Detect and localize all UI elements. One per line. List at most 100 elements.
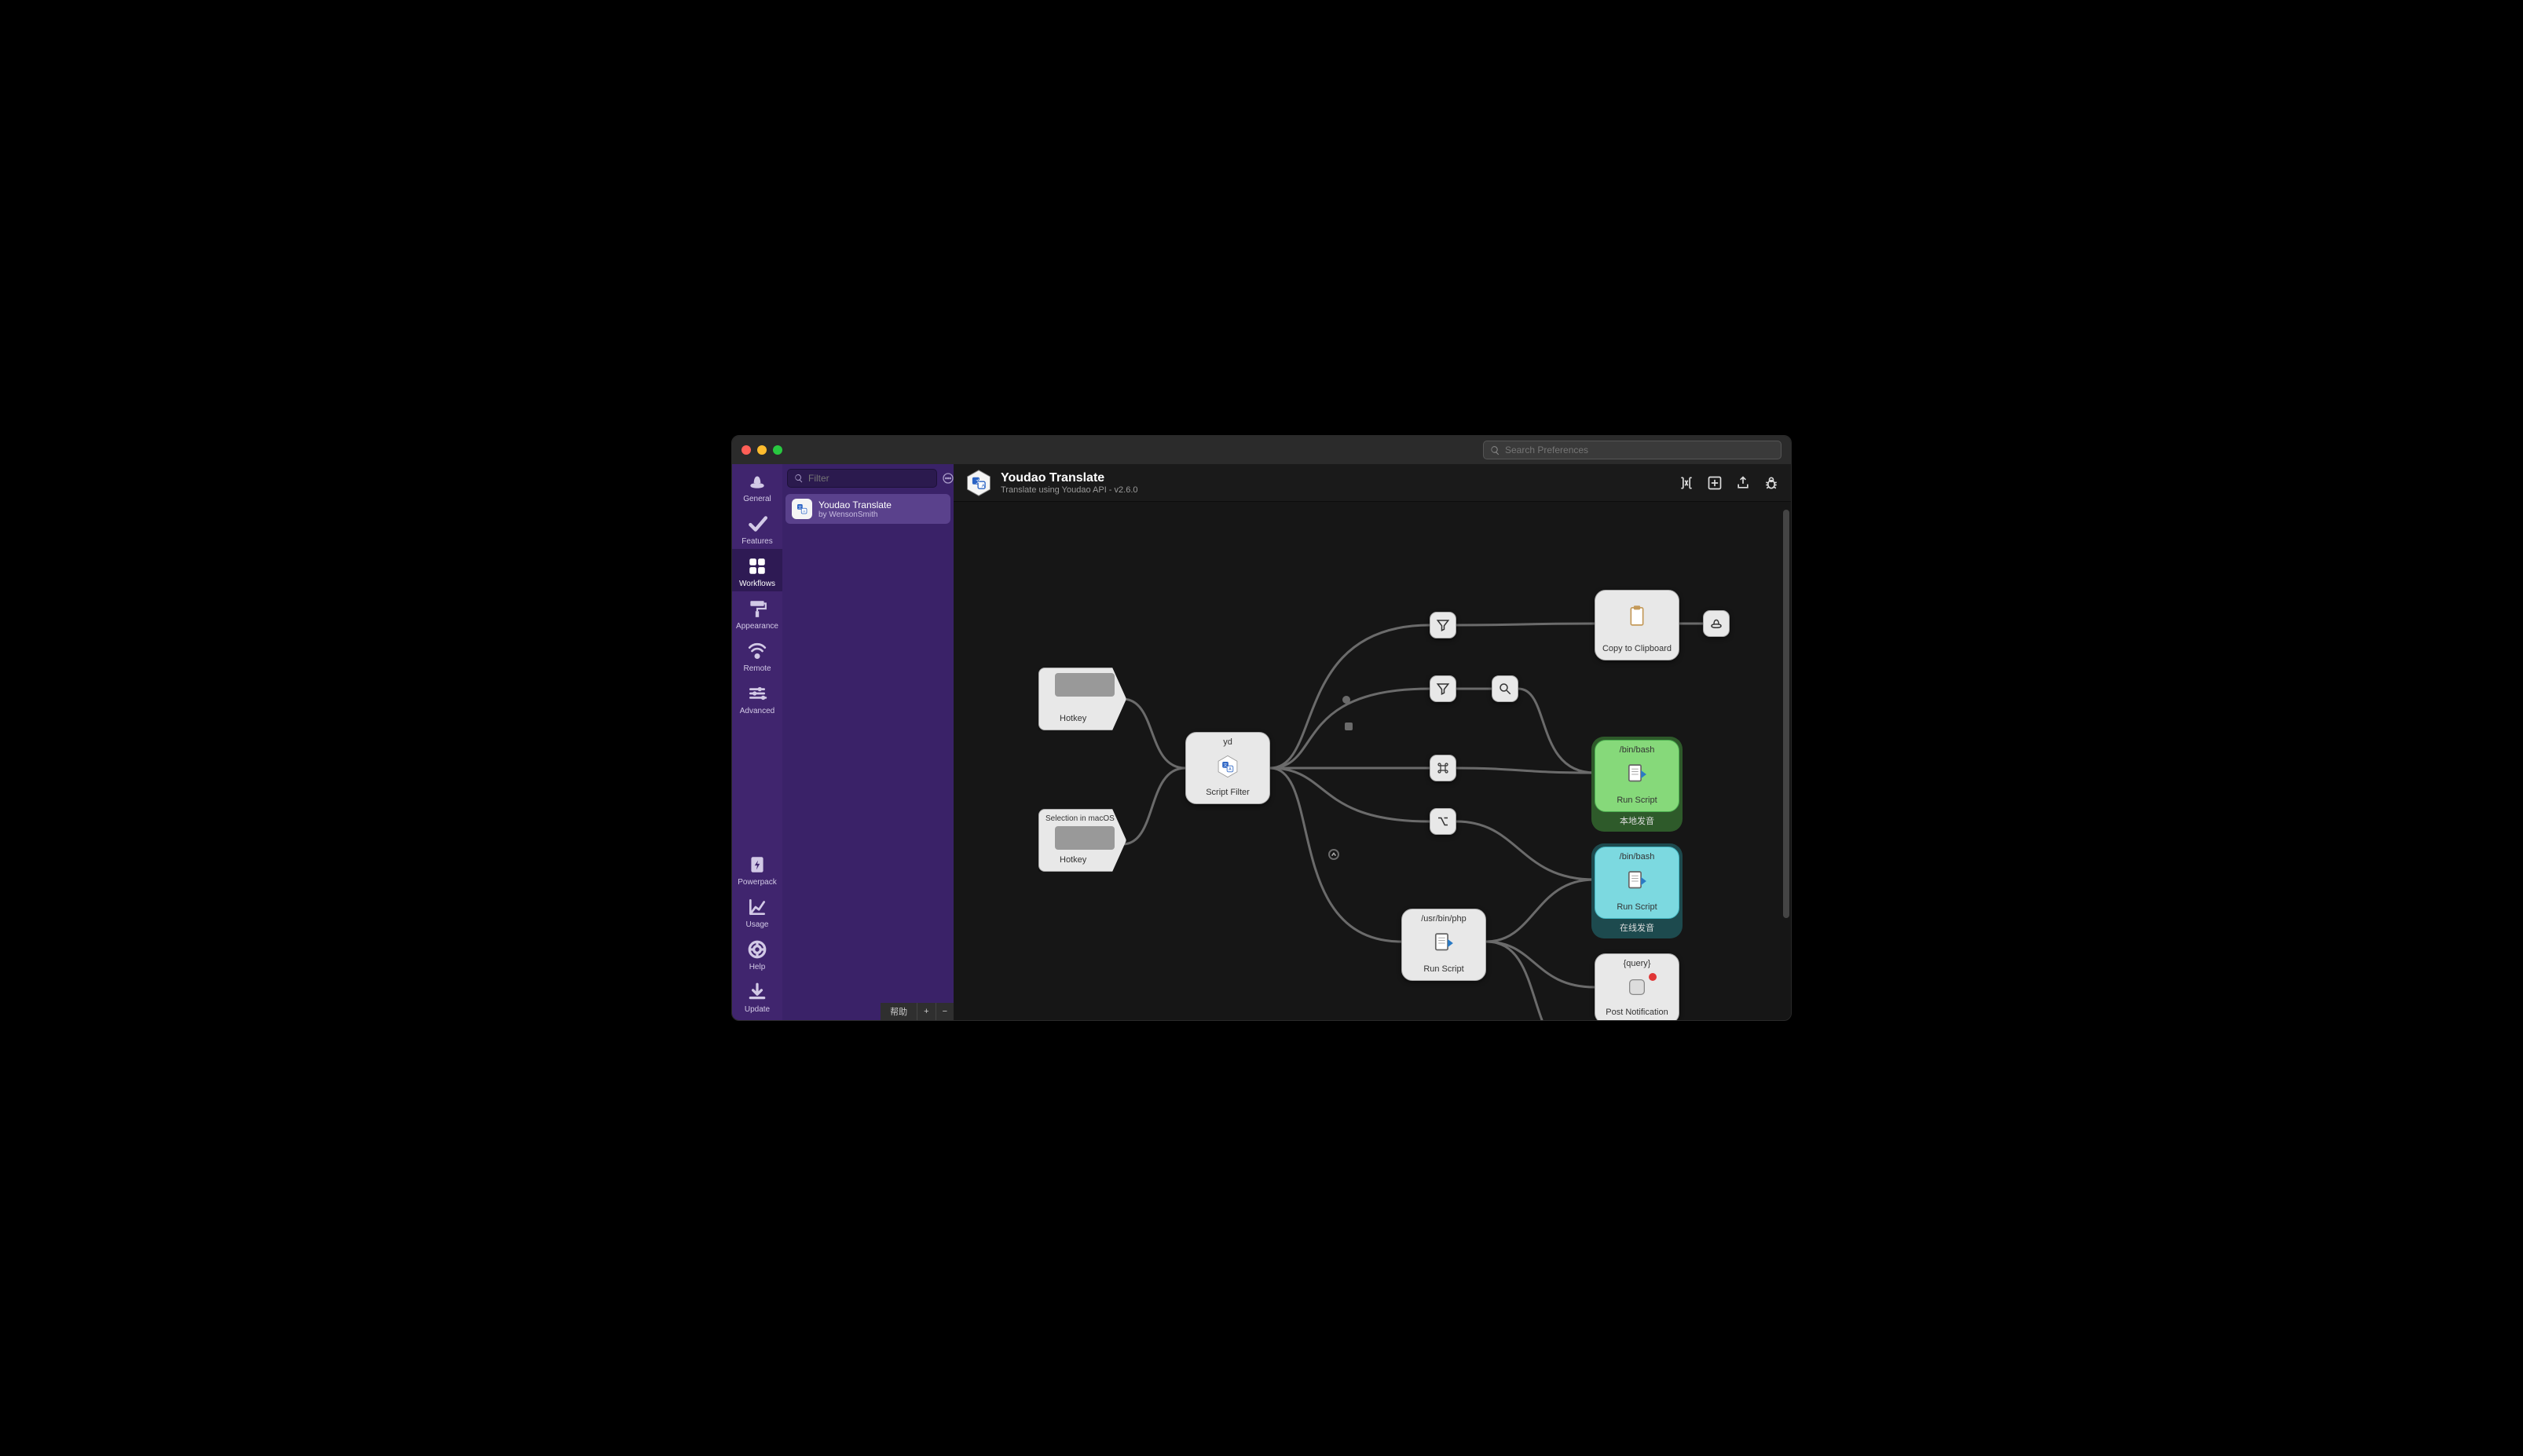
nav-label: Features <box>742 537 772 546</box>
traffic-lights <box>742 445 782 455</box>
badge-icon <box>1649 973 1657 981</box>
wire-joint[interactable] <box>1342 696 1350 704</box>
hotkey-field[interactable] <box>1055 826 1115 850</box>
node-run-script-local[interactable]: /bin/bash Run Script 本地发音 <box>1591 737 1683 832</box>
clipboard-icon <box>1595 591 1679 641</box>
remove-workflow-button[interactable]: − <box>936 1003 954 1020</box>
nav-usage[interactable]: Usage <box>732 890 782 932</box>
app-window: General Features WorkflowsAppearance Remote… <box>731 435 1792 1021</box>
notification-icon <box>1595 970 1679 1004</box>
workflow-icon: 文A <box>965 469 993 497</box>
nav-powerpack[interactable]: Powerpack <box>732 847 782 890</box>
debug-button[interactable] <box>1763 474 1780 492</box>
filter-input[interactable] <box>808 473 930 484</box>
node-hotkey[interactable]: Hotkey <box>1038 668 1126 730</box>
wire-joint[interactable] <box>1345 723 1353 730</box>
life-icon <box>746 938 768 960</box>
hat-icon <box>1709 616 1723 631</box>
nav-remote[interactable]: Remote <box>732 634 782 676</box>
help-button[interactable]: 帮助 <box>881 1003 917 1020</box>
editor-header: 文A Youdao Translate Translate using Youd… <box>954 464 1791 502</box>
script-icon <box>1595 863 1679 899</box>
download-icon <box>746 981 768 1003</box>
node-filter[interactable] <box>1430 612 1456 638</box>
close-button[interactable] <box>742 445 751 455</box>
filter-options-button[interactable] <box>942 470 954 486</box>
workflow-list-pane: 文AYoudao Translateby WensonSmith 帮助 + − <box>782 464 954 1020</box>
script-icon <box>1595 756 1679 792</box>
signal-icon <box>746 640 768 662</box>
node-label: Run Script <box>1617 899 1657 918</box>
node-run-script-php[interactable]: /usr/bin/php Run Script <box>1401 909 1486 981</box>
svg-text:文: 文 <box>798 504 802 510</box>
hotkey-field[interactable] <box>1055 673 1115 697</box>
svg-text:文: 文 <box>1223 763 1227 768</box>
node-modifier-option[interactable] <box>1430 808 1456 835</box>
node-label: Hotkey <box>1060 711 1086 730</box>
nav-label: Update <box>745 1005 770 1014</box>
node-alfred-output[interactable] <box>1703 610 1730 637</box>
node-top-label: Selection in macOS <box>1045 810 1115 825</box>
export-button[interactable] <box>1734 474 1752 492</box>
node-modifier-cmd[interactable] <box>1430 755 1456 781</box>
list-footer: 帮助 + − <box>881 1003 954 1020</box>
node-copy-clipboard[interactable]: Copy to Clipboard <box>1595 590 1679 660</box>
node-filter[interactable] <box>1430 675 1456 702</box>
nav-appearance[interactable]: Appearance <box>732 591 782 634</box>
variables-button[interactable] <box>1678 474 1695 492</box>
minimize-button[interactable] <box>757 445 767 455</box>
svg-text:A: A <box>803 510 805 514</box>
maximize-button[interactable] <box>773 445 782 455</box>
svg-text:文: 文 <box>976 477 981 485</box>
node-search[interactable] <box>1492 675 1518 702</box>
opt-icon <box>1436 814 1450 829</box>
nav-features[interactable]: Features <box>732 507 782 549</box>
nav-workflows[interactable]: Workflows <box>732 549 782 591</box>
cmd-icon <box>1436 761 1450 775</box>
node-script-filter[interactable]: yd 文A Script Filter <box>1185 732 1270 804</box>
nav-update[interactable]: Update <box>732 975 782 1017</box>
translate-icon: 文A <box>792 499 812 519</box>
node-label: Copy to Clipboard <box>1602 641 1672 660</box>
roller-icon <box>746 598 768 620</box>
nav-help[interactable]: Help <box>732 932 782 975</box>
hat-icon <box>746 470 768 492</box>
node-top-label: /bin/bash <box>1620 847 1655 863</box>
node-run-script-online[interactable]: /bin/bash Run Script 在线发音 <box>1591 843 1683 938</box>
node-top-label: {query} <box>1624 954 1651 970</box>
workflow-item-title: Youdao Translate <box>818 499 892 510</box>
nav-advanced[interactable]: Advanced <box>732 676 782 719</box>
node-label: Hotkey <box>1060 852 1086 871</box>
grid-icon <box>746 555 768 577</box>
search-preferences[interactable] <box>1483 441 1781 459</box>
node-label: Script Filter <box>1206 785 1250 803</box>
search-icon <box>1498 682 1512 696</box>
node-label: Run Script <box>1423 961 1463 980</box>
node-post-notification[interactable]: {query} Post Notification <box>1595 953 1679 1020</box>
search-preferences-input[interactable] <box>1505 444 1774 455</box>
search-icon <box>794 474 804 483</box>
node-label: Post Notification <box>1606 1004 1668 1020</box>
workflow-list-item[interactable]: 文AYoudao Translateby WensonSmith <box>785 494 950 524</box>
svg-text:A: A <box>1229 767 1232 772</box>
canvas-scrollbar[interactable] <box>1783 510 1789 1012</box>
workflow-canvas[interactable]: Hotkey Selection in macOS Hotkey yd 文A <box>954 502 1791 1020</box>
sliders-icon <box>746 682 768 704</box>
workflow-subtitle: Translate using Youdao API - v2.6.0 <box>1001 485 1138 495</box>
nav-label: General <box>743 495 771 503</box>
nav-general[interactable]: General <box>732 464 782 507</box>
node-hotkey-selection[interactable]: Selection in macOS Hotkey <box>1038 809 1126 872</box>
nav-label: Remote <box>743 664 771 673</box>
filter-box[interactable] <box>787 469 937 488</box>
nav-label: Powerpack <box>738 878 776 887</box>
node-top-label: yd <box>1223 733 1232 748</box>
battery-icon <box>746 854 768 876</box>
nav-label: Advanced <box>740 707 774 715</box>
node-label: Run Script <box>1617 792 1657 811</box>
add-workflow-button[interactable]: + <box>917 1003 935 1020</box>
check-icon <box>746 513 768 535</box>
wire-toggle[interactable] <box>1328 849 1339 860</box>
header-actions <box>1678 474 1780 492</box>
prefs-button[interactable] <box>1706 474 1723 492</box>
nav-label: Help <box>749 963 766 971</box>
